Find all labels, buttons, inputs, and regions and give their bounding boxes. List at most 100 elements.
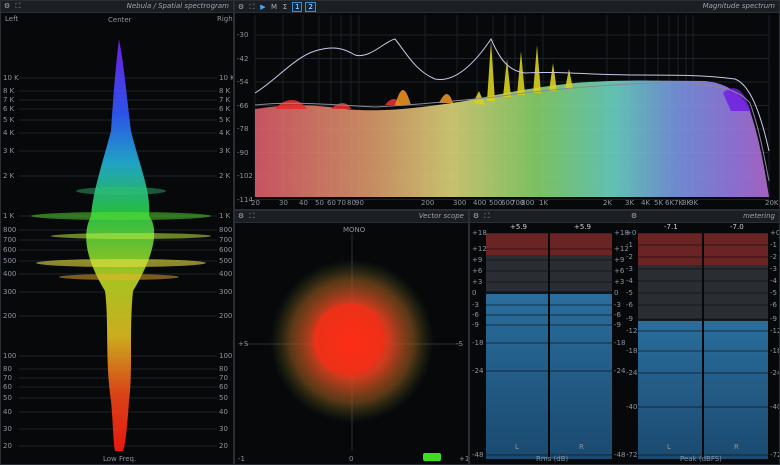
low-freq-label: Low Freq. xyxy=(103,455,137,463)
rms-scale-tick: +9 xyxy=(472,256,483,264)
freq-tick-left: 70 xyxy=(3,374,12,382)
spectrum-y-tick: -42 xyxy=(237,54,249,63)
peak-scale-tick: -24 xyxy=(770,369,779,377)
freq-tick-left: 500 xyxy=(3,257,17,265)
freq-tick-right: 20 xyxy=(219,442,228,450)
peak-scale-tick: -4 xyxy=(626,277,633,285)
freq-tick-right: 70 xyxy=(219,374,228,382)
freq-tick-left: 3 K xyxy=(3,147,15,155)
magnitude-spectrum-panel: ⚙ ⛶ ▶ M Σ 1 2 Magnitude spectrum -30 -42… xyxy=(234,0,780,210)
minus-s-label: -S xyxy=(456,340,463,348)
spectrum-x-tick: 20K xyxy=(765,199,779,207)
spectrogram-plot xyxy=(19,39,217,451)
rms-right-over xyxy=(550,233,612,255)
peak-scale-tick: -24 xyxy=(626,369,638,377)
freq-tick-right: 600 xyxy=(219,246,233,254)
scope-max-label: +1 xyxy=(459,455,469,463)
peak-label: Peak (dBFS) xyxy=(680,455,722,463)
peak-scale-tick: -9 xyxy=(770,315,777,323)
spectrum-x-tick: 200 xyxy=(421,199,435,207)
peak-left-level xyxy=(638,321,702,459)
freq-tick-right: 3 K xyxy=(219,147,231,155)
spectral-column xyxy=(86,39,155,451)
freq-tick-left: 2 K xyxy=(3,172,15,180)
spectrum-fill xyxy=(255,80,769,197)
rms-scale-tick: -18 xyxy=(614,339,626,347)
rms-scale-tick: 0 xyxy=(614,289,619,297)
spectrum-x-tick: 800 xyxy=(521,199,535,207)
freq-tick-left: 1 K xyxy=(3,212,15,220)
freq-tick-left: 4 K xyxy=(3,129,15,137)
spectrum-x-tick: 20 xyxy=(251,199,260,207)
rms-scale-tick: 0 xyxy=(472,289,477,297)
rms-left-level xyxy=(486,294,548,459)
peak-right-warn xyxy=(704,265,768,319)
spectrum-y-tick: -66 xyxy=(237,101,249,110)
spectrum-y-tick: -102 xyxy=(237,172,253,180)
freq-tick-right: 1 K xyxy=(219,212,231,220)
freq-tick-left: 300 xyxy=(3,288,17,296)
peak-ch-left: L xyxy=(667,443,671,451)
spectrum-midband xyxy=(395,90,453,105)
scope-zero-label: 0 xyxy=(349,455,354,463)
rms-left-value: +5.9 xyxy=(510,223,527,231)
rms-scale-tick: -18 xyxy=(472,339,484,347)
freq-tick-right: 400 xyxy=(219,270,233,278)
freq-tick-right: 500 xyxy=(219,257,233,265)
spectrum-x-tick: 40 xyxy=(299,199,308,207)
peak-scale-tick: -3 xyxy=(770,265,777,273)
spectrum-y-tick: -78 xyxy=(237,125,249,133)
band-1k5 xyxy=(76,187,166,195)
band-500 xyxy=(36,259,206,267)
peak-scale-tick: -9 xyxy=(626,315,633,323)
rms-label: Rms (dB) xyxy=(536,455,569,463)
freq-tick-right: 300 xyxy=(219,288,233,296)
rms-scale-tick: -9 xyxy=(614,321,621,329)
peak-scale-tick: -72 xyxy=(626,451,638,459)
freq-tick-right: 10 K xyxy=(219,74,234,82)
peak-left-warn xyxy=(638,265,702,319)
peak-scale-tick: -18 xyxy=(770,347,779,355)
freq-tick-left: 7 K xyxy=(3,96,15,104)
peak-scale-tick: -12 xyxy=(626,327,638,335)
freq-tick-right: 30 xyxy=(219,425,228,433)
rms-scale-tick: +3 xyxy=(614,278,625,286)
plus-s-label: +S xyxy=(238,340,249,348)
rms-scale-tick: -24 xyxy=(614,367,626,375)
rms-scale-tick: -24 xyxy=(472,367,484,375)
freq-tick-left: 700 xyxy=(3,236,17,244)
spectrum-x-tick: 60 xyxy=(327,199,336,207)
rms-scale-tick: +12 xyxy=(472,245,487,253)
rms-scale-tick: -48 xyxy=(472,451,484,459)
scope-core xyxy=(313,303,385,375)
freq-tick-right: 6 K xyxy=(219,105,231,113)
band-1k xyxy=(31,212,211,220)
freq-tick-left: 60 xyxy=(3,383,12,391)
freq-tick-right: 200 xyxy=(219,312,233,320)
peak-scale-tick: +0 xyxy=(626,229,637,237)
rms-scale-tick: +9 xyxy=(614,256,625,264)
freq-tick-right: 800 xyxy=(219,226,233,234)
peak-scale-tick: -2 xyxy=(626,253,633,261)
freq-tick-right: 7 K xyxy=(219,96,231,104)
rms-scale-tick: -6 xyxy=(472,311,479,319)
peak-scale-tick: -1 xyxy=(626,241,633,249)
freq-tick-left: 8 K xyxy=(3,87,15,95)
scope-min-label: -1 xyxy=(238,455,245,463)
freq-tick-right: 4 K xyxy=(219,129,231,137)
freq-tick-right: 40 xyxy=(219,408,228,416)
peak-right-level xyxy=(704,321,768,459)
freq-tick-right: 5 K xyxy=(219,116,231,124)
spectrum-y-tick: -90 xyxy=(237,148,249,157)
freq-tick-left: 80 xyxy=(3,365,12,373)
spectrum-y-tick: -54 xyxy=(237,78,249,86)
spectrum-x-tick: 90 xyxy=(355,199,364,207)
peak-scale-tick: -5 xyxy=(626,289,633,297)
peak-scale-tick: -18 xyxy=(626,347,638,355)
peak-scale-tick: -1 xyxy=(770,241,777,249)
spectrum-x-tick: 3K xyxy=(625,199,635,207)
peak-scale-tick: -5 xyxy=(770,289,777,297)
spectrum-x-tick: 4K xyxy=(641,199,651,207)
metering-panel: ⚙ ⛶ ⚙ metering +5.9 +5.9 -7.1 -7.0 +18 +… xyxy=(469,210,780,465)
rms-scale-tick: -3 xyxy=(614,301,621,309)
